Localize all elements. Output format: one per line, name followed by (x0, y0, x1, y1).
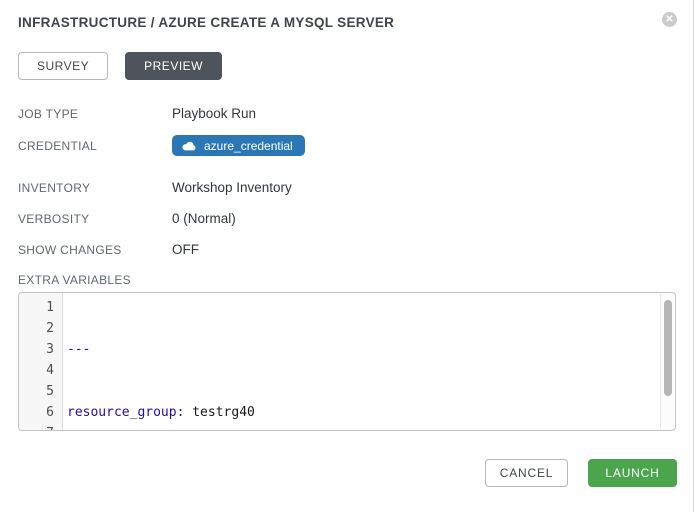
credential-label: CREDENTIAL (18, 139, 172, 153)
detail-row-job-type: JOB TYPE Playbook Run (18, 98, 693, 129)
modal-header: INFRASTRUCTURE / AZURE CREATE A MYSQL SE… (18, 0, 693, 30)
verbosity-label: VERBOSITY (18, 212, 172, 226)
inventory-label: INVENTORY (18, 181, 172, 195)
detail-row-credential: CREDENTIAL azure_credential (18, 129, 693, 162)
cancel-button[interactable]: CANCEL (485, 459, 568, 487)
job-details: JOB TYPE Playbook Run CREDENTIAL azure_c… (18, 98, 693, 265)
page-title: INFRASTRUCTURE / AZURE CREATE A MYSQL SE… (18, 12, 394, 30)
line-number-gutter: 1 2 3 4 5 6 7 (19, 293, 63, 430)
credential-badge-label: azure_credential (204, 139, 293, 153)
job-type-label: JOB TYPE (18, 107, 172, 121)
line-number: 3 (19, 339, 54, 360)
verbosity-value: 0 (Normal) (172, 211, 236, 226)
code-content[interactable]: --- resource_group: testrg40 location: e… (63, 293, 675, 430)
detail-row-verbosity: VERBOSITY 0 (Normal) (18, 203, 693, 234)
extra-variables-label: EXTRA VARIABLES (18, 273, 693, 287)
show-changes-value: OFF (172, 242, 199, 257)
detail-row-show-changes: SHOW CHANGES OFF (18, 234, 693, 265)
launch-button[interactable]: LAUNCH (588, 459, 677, 487)
code-line: --- (67, 339, 675, 360)
extra-variables-editor[interactable]: 1 2 3 4 5 6 7 --- resource_group: testrg… (18, 292, 676, 431)
editor-scrollbar-track[interactable] (660, 294, 674, 429)
tab-preview[interactable]: PREVIEW (125, 52, 222, 80)
close-icon[interactable]: ✕ (662, 12, 677, 27)
inventory-value: Workshop Inventory (172, 180, 292, 195)
line-number: 5 (19, 381, 54, 402)
tab-survey[interactable]: SURVEY (18, 52, 108, 80)
code-line: resource_group: testrg40 (67, 402, 675, 423)
modal-footer: CANCEL LAUNCH (18, 459, 693, 487)
cloud-icon (182, 141, 196, 151)
line-number: 7 (19, 423, 54, 431)
job-type-value: Playbook Run (172, 106, 256, 121)
editor-scrollbar-thumb[interactable] (664, 300, 672, 396)
line-number: 1 (19, 297, 54, 318)
line-number: 2 (19, 318, 54, 339)
detail-row-inventory: INVENTORY Workshop Inventory (18, 172, 693, 203)
tab-bar: SURVEY PREVIEW (18, 52, 693, 80)
show-changes-label: SHOW CHANGES (18, 243, 172, 257)
job-launch-preview-modal: INFRASTRUCTURE / AZURE CREATE A MYSQL SE… (0, 0, 694, 512)
credential-badge[interactable]: azure_credential (172, 135, 305, 156)
line-number: 4 (19, 360, 54, 381)
line-number: 6 (19, 402, 54, 423)
